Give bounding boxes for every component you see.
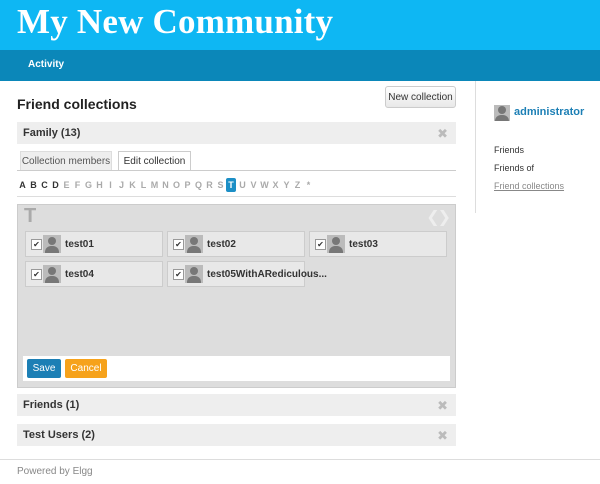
alphabet-letter[interactable]: D (50, 178, 61, 192)
tabs-divider (17, 170, 456, 171)
delete-icon[interactable]: ✖ (437, 398, 448, 414)
alphabet-letter[interactable]: X (270, 178, 281, 192)
nav-arrows-icon[interactable]: ❮❯ (426, 207, 451, 227)
alphabet-letter[interactable]: P (182, 178, 193, 192)
site-title[interactable]: My New Community (17, 2, 333, 42)
avatar[interactable] (494, 105, 510, 121)
collection-title: Test Users (2) (23, 429, 95, 441)
cancel-button[interactable]: Cancel (65, 359, 107, 378)
member-name: test05WithARediculous... (207, 269, 327, 280)
member-item[interactable]: ✔ test05WithARediculous... (167, 261, 327, 287)
member-name: test04 (65, 269, 94, 280)
alphabet-letter[interactable]: N (160, 178, 171, 192)
member-checkbox[interactable]: ✔ (31, 269, 42, 280)
alphabet-letter[interactable]: K (127, 178, 138, 192)
collection-family[interactable]: Family (13) ✖ (17, 122, 456, 144)
footer-text: Powered by Elgg (17, 466, 93, 477)
avatar (185, 265, 203, 283)
alphabet-letter[interactable]: V (248, 178, 259, 192)
collection-title: Family (13) (23, 127, 81, 139)
delete-icon[interactable]: ✖ (437, 126, 448, 142)
new-collection-button[interactable]: New collection (385, 86, 456, 108)
alphabet-letter[interactable]: Z (292, 178, 303, 192)
member-checkbox[interactable]: ✔ (31, 239, 42, 250)
page-title: Friend collections (17, 96, 137, 112)
alphabet-letter[interactable]: Y (281, 178, 292, 192)
tab-collection-members[interactable]: Collection members (20, 151, 112, 170)
avatar (43, 235, 61, 253)
footer-divider (0, 459, 600, 460)
alphabet-filter: A B C D E F G H I J K L M N O P Q R S T U V W X Y Z * (17, 178, 314, 192)
alphabet-letter[interactable]: U (237, 178, 248, 192)
sidebar-username[interactable]: administrator (514, 106, 584, 118)
avatar (185, 235, 203, 253)
nav-activity-link[interactable]: Activity (28, 59, 64, 70)
sidebar-divider (475, 81, 476, 213)
avatar (43, 265, 61, 283)
member-name: test02 (207, 239, 236, 250)
sidebar-item-friends-of[interactable]: Friends of (494, 163, 534, 173)
alphabet-letter[interactable]: O (171, 178, 182, 192)
alphabet-divider (17, 196, 456, 197)
member-name: test01 (65, 239, 94, 250)
collection-test-users[interactable]: Test Users (2) ✖ (17, 424, 456, 446)
alphabet-letter[interactable]: S (215, 178, 226, 192)
top-navigation: Activity (0, 50, 600, 81)
member-item[interactable]: ✔ test03 (309, 231, 447, 257)
alphabet-letter[interactable]: H (94, 178, 105, 192)
panel-letter: T (24, 205, 37, 227)
alphabet-letter[interactable]: C (39, 178, 50, 192)
alphabet-letter[interactable]: G (83, 178, 94, 192)
alphabet-letter[interactable]: E (61, 178, 72, 192)
member-item[interactable]: ✔ test02 (167, 231, 305, 257)
sidebar-item-friend-collections[interactable]: Friend collections (494, 181, 564, 191)
member-item[interactable]: ✔ test04 (25, 261, 163, 287)
alphabet-letter[interactable]: M (149, 178, 160, 192)
member-checkbox[interactable]: ✔ (173, 239, 184, 250)
alphabet-letter[interactable]: B (28, 178, 39, 192)
alphabet-letter[interactable]: L (138, 178, 149, 192)
alphabet-letter[interactable]: F (72, 178, 83, 192)
delete-icon[interactable]: ✖ (437, 428, 448, 444)
alphabet-letter[interactable]: R (204, 178, 215, 192)
alphabet-letter[interactable]: * (303, 178, 314, 192)
site-header: My New Community (0, 0, 600, 50)
tab-edit-collection[interactable]: Edit collection (118, 151, 191, 171)
member-name: test03 (349, 239, 378, 250)
collection-title: Friends (1) (23, 399, 80, 411)
avatar (327, 235, 345, 253)
alphabet-letter[interactable]: I (105, 178, 116, 192)
alphabet-letter[interactable]: J (116, 178, 127, 192)
alphabet-letter[interactable]: W (259, 178, 270, 192)
member-item[interactable]: ✔ test01 (25, 231, 163, 257)
member-checkbox[interactable]: ✔ (315, 239, 326, 250)
collection-friends[interactable]: Friends (1) ✖ (17, 394, 456, 416)
save-button[interactable]: Save (27, 359, 61, 378)
alphabet-letter[interactable]: A (17, 178, 28, 192)
sidebar-item-friends[interactable]: Friends (494, 145, 524, 155)
alphabet-letter[interactable]: Q (193, 178, 204, 192)
form-actions: Save Cancel (23, 356, 450, 381)
alphabet-letter[interactable]: T (226, 178, 236, 192)
members-panel: T ❮❯ ✔ test01 ✔ test02 ✔ test03 ✔ test04… (17, 204, 456, 388)
member-checkbox[interactable]: ✔ (173, 269, 184, 280)
